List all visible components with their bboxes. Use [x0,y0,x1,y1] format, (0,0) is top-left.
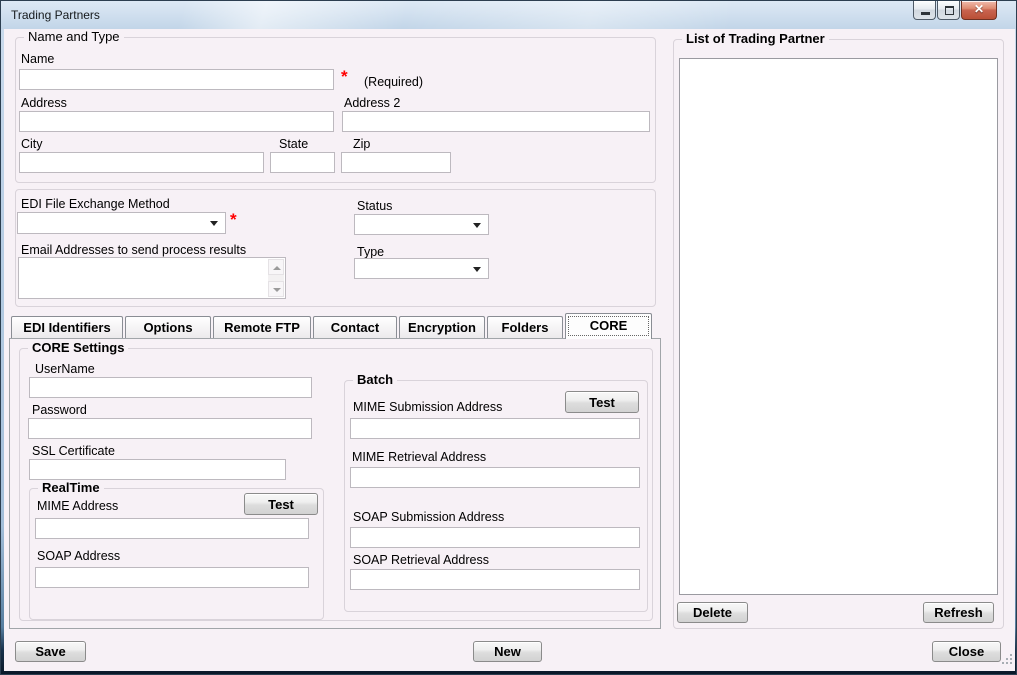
maximize-button[interactable] [937,1,960,20]
mime-retrieval-label: MIME Retrieval Address [352,450,486,464]
mime-submission-label: MIME Submission Address [353,400,502,414]
realtime-group-label: RealTime [38,481,104,495]
city-input[interactable] [19,152,264,173]
save-button[interactable]: Save [15,641,86,662]
tab-folders[interactable]: Folders [487,316,563,338]
window-title: Trading Partners [11,8,100,22]
required-text: (Required) [364,75,423,89]
username-label: UserName [35,362,95,376]
edi-method-required-marker: * [230,210,237,230]
email-addresses-textarea[interactable] [18,257,286,299]
refresh-button[interactable]: Refresh [923,602,994,623]
state-label: State [279,137,308,151]
name-required-marker: * [341,67,348,87]
form-content: Name and Type Name * (Required) Address … [4,29,1015,671]
tab-remote-ftp[interactable]: Remote FTP [213,316,311,338]
soap-submission-input[interactable] [350,527,640,548]
dropdown-arrow-icon[interactable] [473,267,481,272]
close-icon: ✕ [974,2,984,16]
scroll-down-icon[interactable] [268,281,284,297]
soap-address-input[interactable] [35,567,309,588]
zip-label: Zip [353,137,370,151]
tab-options[interactable]: Options [125,316,211,338]
close-button[interactable]: Close [932,641,1001,662]
batch-group-label: Batch [353,373,397,387]
name-and-type-group-label: Name and Type [24,30,124,44]
minimize-button[interactable] [913,1,936,20]
ssl-certificate-label: SSL Certificate [32,444,115,458]
address2-input[interactable] [342,111,650,132]
email-addresses-label: Email Addresses to send process results [21,243,246,257]
soap-retrieval-input[interactable] [350,569,640,590]
edi-method-label: EDI File Exchange Method [21,197,170,211]
tab-edi-identifiers[interactable]: EDI Identifiers [11,316,123,338]
soap-submission-label: SOAP Submission Address [353,510,504,524]
title-bar[interactable]: Trading Partners ✕ [1,1,1016,29]
core-settings-group-label: CORE Settings [28,341,128,355]
maximize-icon [945,6,954,15]
type-combobox[interactable] [354,258,489,279]
trading-partner-listbox[interactable] [679,58,998,595]
status-combobox[interactable] [354,214,489,235]
tab-focus-rectangle [568,316,649,336]
resize-grip-icon[interactable] [1000,652,1012,664]
status-label: Status [357,199,392,213]
address2-label: Address 2 [344,96,400,110]
dropdown-arrow-icon[interactable] [473,223,481,228]
tab-contact[interactable]: Contact [313,316,397,338]
trading-partners-window: Trading Partners ✕ Name and Type Name * … [0,0,1017,675]
edi-method-combobox[interactable] [17,212,226,234]
city-label: City [21,137,43,151]
zip-input[interactable] [341,152,451,173]
mime-address-input[interactable] [35,518,309,539]
delete-button[interactable]: Delete [677,602,748,623]
ssl-certificate-input[interactable] [29,459,286,480]
password-input[interactable] [28,418,312,439]
new-button[interactable]: New [473,641,542,662]
state-input[interactable] [270,152,335,173]
email-scrollbar[interactable] [268,259,284,297]
mime-retrieval-input[interactable] [350,467,640,488]
close-window-button[interactable]: ✕ [961,1,997,20]
address-input[interactable] [19,111,334,132]
tab-encryption[interactable]: Encryption [399,316,485,338]
mime-address-label: MIME Address [37,499,118,513]
scroll-up-icon[interactable] [268,259,284,275]
soap-address-label: SOAP Address [37,549,120,563]
soap-retrieval-label: SOAP Retrieval Address [353,553,489,567]
realtime-test-button[interactable]: Test [244,493,318,515]
username-input[interactable] [29,377,312,398]
address-label: Address [21,96,67,110]
partner-list-group-label: List of Trading Partner [682,32,829,46]
name-input[interactable] [19,69,334,90]
name-label: Name [21,52,54,66]
mime-submission-input[interactable] [350,418,640,439]
tab-core[interactable]: CORE [565,313,652,339]
batch-test-button[interactable]: Test [565,391,639,413]
type-label: Type [357,245,384,259]
dropdown-arrow-icon[interactable] [210,221,218,226]
minimize-icon [921,12,930,15]
password-label: Password [32,403,87,417]
